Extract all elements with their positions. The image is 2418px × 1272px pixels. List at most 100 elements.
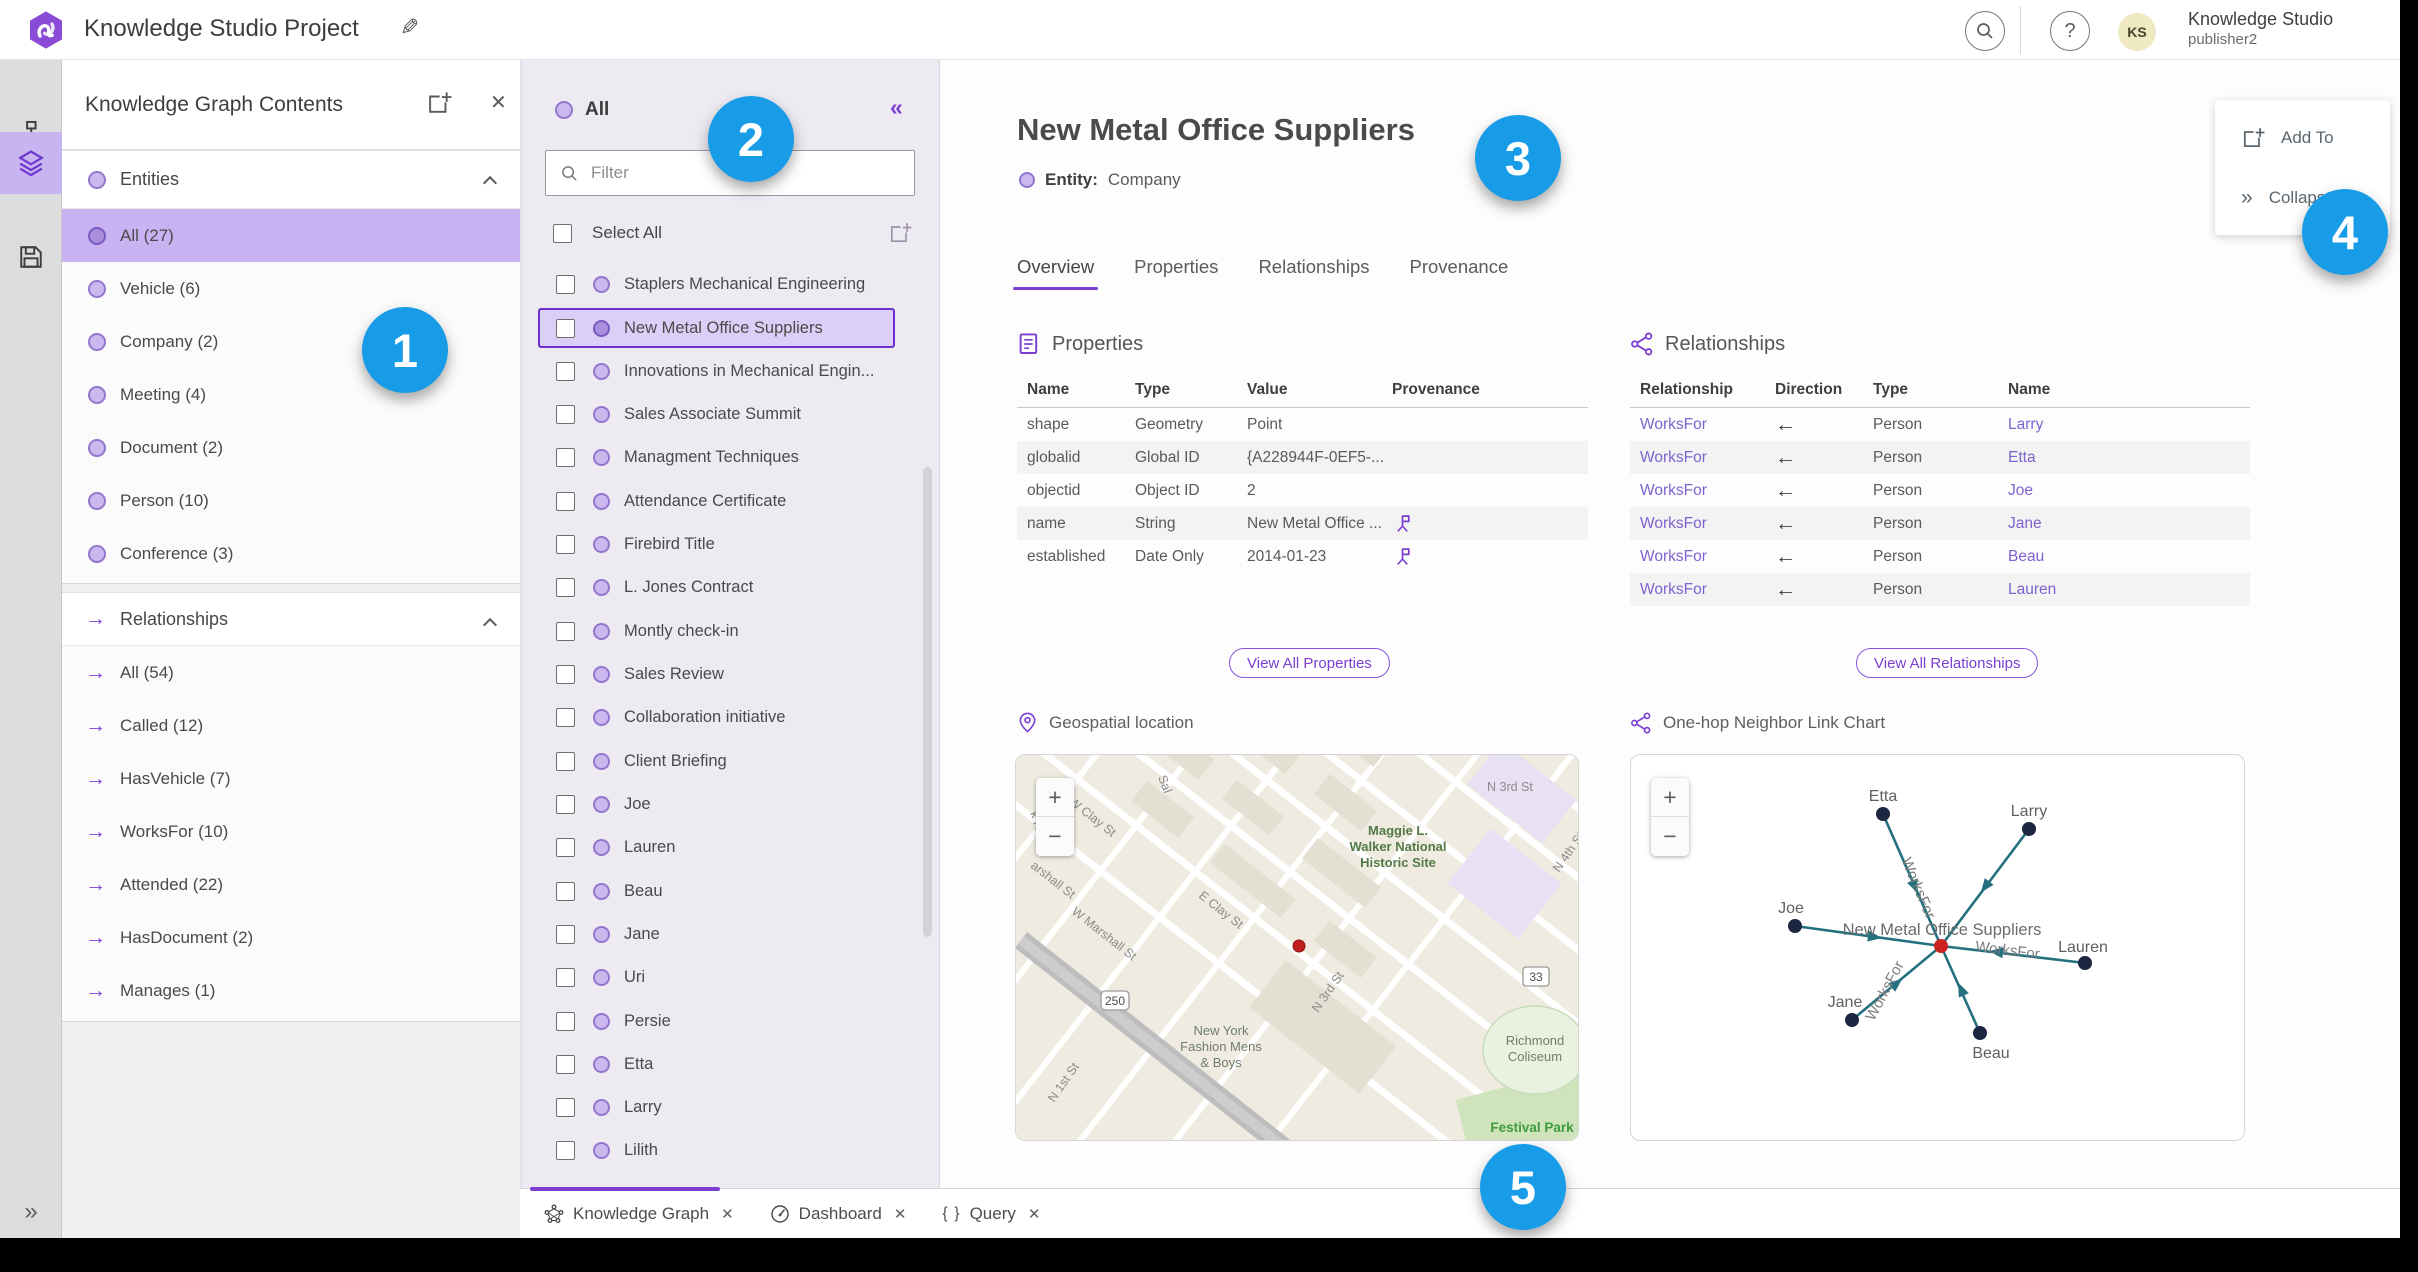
- add-to-new-icon[interactable]: [426, 90, 452, 116]
- item-checkbox[interactable]: [556, 795, 575, 814]
- item-checkbox[interactable]: [556, 1055, 575, 1074]
- collapse-panel-icon[interactable]: «: [890, 94, 903, 121]
- list-item[interactable]: Sales Associate Summit: [520, 393, 940, 436]
- rel-filter-worksfor[interactable]: → WorksFor (10): [62, 805, 520, 858]
- entity-link[interactable]: Joe: [2008, 482, 2250, 500]
- list-item[interactable]: Persie: [520, 1000, 940, 1043]
- tab-query[interactable]: { } Query ✕: [942, 1204, 1040, 1224]
- graph-node-lauren[interactable]: [2078, 956, 2092, 970]
- item-checkbox[interactable]: [556, 708, 575, 727]
- tab-properties[interactable]: Properties: [1134, 256, 1218, 290]
- entity-filter-meeting[interactable]: Meeting (4): [62, 368, 520, 421]
- list-item[interactable]: Montly check-in: [520, 610, 940, 653]
- expand-rail-button[interactable]: »: [0, 1198, 62, 1226]
- graph-node-joe[interactable]: [1788, 919, 1802, 933]
- help-button[interactable]: ?: [2050, 11, 2090, 51]
- save-tool-button[interactable]: [0, 226, 62, 288]
- item-checkbox[interactable]: [556, 448, 575, 467]
- close-panel-icon[interactable]: ✕: [490, 90, 507, 115]
- zoom-out-button[interactable]: −: [1651, 817, 1689, 856]
- item-checkbox[interactable]: [556, 882, 575, 901]
- item-checkbox[interactable]: [556, 622, 575, 641]
- add-to-button[interactable]: Add To: [2215, 118, 2390, 158]
- tab-knowledge-graph[interactable]: Knowledge Graph ✕: [544, 1204, 734, 1224]
- entity-filter-all[interactable]: All (27): [62, 209, 520, 262]
- map-widget[interactable]: 250 33 k Rd W Clay St Sal N 3rd St N 4th…: [1015, 754, 1579, 1141]
- item-checkbox[interactable]: [556, 1098, 575, 1117]
- item-checkbox[interactable]: [556, 362, 575, 381]
- entity-link[interactable]: Larry: [2008, 416, 2250, 434]
- rel-filter-all[interactable]: → All (54): [62, 646, 520, 699]
- select-all-checkbox[interactable]: [553, 223, 572, 243]
- graph-node-etta[interactable]: [1876, 807, 1890, 821]
- chevron-up-icon[interactable]: [482, 617, 498, 633]
- item-checkbox[interactable]: [556, 968, 575, 987]
- relationship-link[interactable]: WorksFor: [1640, 482, 1775, 500]
- view-all-relationships-button[interactable]: View All Relationships: [1856, 648, 2039, 678]
- provenance-flag-icon[interactable]: [1392, 513, 1588, 534]
- graph-node-center[interactable]: [1934, 939, 1948, 953]
- entity-link[interactable]: Etta: [2008, 449, 2250, 467]
- list-item[interactable]: Lilith: [520, 1129, 940, 1172]
- list-item[interactable]: L. Jones Contract: [520, 566, 940, 609]
- tab-dashboard[interactable]: Dashboard ✕: [770, 1204, 907, 1224]
- item-checkbox[interactable]: [556, 405, 575, 424]
- list-item[interactable]: Client Briefing: [520, 740, 940, 783]
- entity-filter-person[interactable]: Person (10): [62, 474, 520, 527]
- list-item[interactable]: Etta: [520, 1043, 940, 1086]
- close-tab-icon[interactable]: ✕: [894, 1205, 907, 1223]
- item-checkbox[interactable]: [556, 838, 575, 857]
- entity-link[interactable]: Lauren: [2008, 581, 2250, 599]
- list-item[interactable]: Lauren: [520, 826, 940, 869]
- zoom-in-button[interactable]: +: [1036, 778, 1074, 817]
- list-item[interactable]: Attendance Certificate: [520, 480, 940, 523]
- list-item[interactable]: Larry: [520, 1086, 940, 1129]
- item-checkbox[interactable]: [556, 318, 575, 338]
- chevron-up-icon[interactable]: [482, 175, 498, 191]
- relationship-link[interactable]: WorksFor: [1640, 416, 1775, 434]
- edit-title-icon[interactable]: ✎: [400, 14, 419, 41]
- list-scrollbar[interactable]: [923, 467, 932, 937]
- link-chart-widget[interactable]: WorksFor WorksFor WorksFor Etta Larry Jo…: [1630, 754, 2245, 1141]
- list-item[interactable]: Managment Techniques: [520, 436, 940, 479]
- rel-filter-hasvehicle[interactable]: → HasVehicle (7): [62, 752, 520, 805]
- tab-overview[interactable]: Overview: [1012, 256, 1099, 290]
- list-item[interactable]: Jane: [520, 913, 940, 956]
- zoom-out-button[interactable]: −: [1036, 817, 1074, 856]
- list-item-selected[interactable]: New Metal Office Suppliers: [538, 308, 895, 348]
- provenance-flag-icon[interactable]: [1392, 546, 1588, 567]
- user-avatar[interactable]: KS: [2118, 13, 2156, 51]
- select-all-row[interactable]: Select All: [520, 213, 940, 253]
- entity-filter-conference[interactable]: Conference (3): [62, 527, 520, 580]
- zoom-in-button[interactable]: +: [1651, 778, 1689, 817]
- close-tab-icon[interactable]: ✕: [721, 1205, 734, 1223]
- tab-provenance[interactable]: Provenance: [1410, 256, 1509, 290]
- list-item[interactable]: Sales Review: [520, 653, 940, 696]
- graph-node-jane[interactable]: [1845, 1013, 1859, 1027]
- relationship-link[interactable]: WorksFor: [1640, 449, 1775, 467]
- relationship-link[interactable]: WorksFor: [1640, 515, 1775, 533]
- item-checkbox[interactable]: [556, 275, 575, 294]
- rel-filter-called[interactable]: → Called (12): [62, 699, 520, 752]
- graph-node-beau[interactable]: [1973, 1026, 1987, 1040]
- list-item[interactable]: Firebird Title: [520, 523, 940, 566]
- list-item[interactable]: Beau: [520, 870, 940, 913]
- list-item[interactable]: Collaboration initiative: [520, 696, 940, 739]
- list-item[interactable]: Joe: [520, 783, 940, 826]
- item-checkbox[interactable]: [556, 535, 575, 554]
- relationships-section-header[interactable]: → Relationships: [62, 593, 520, 646]
- list-item[interactable]: Staplers Mechanical Engineering: [520, 263, 940, 306]
- entity-link[interactable]: Jane: [2008, 515, 2250, 533]
- item-checkbox[interactable]: [556, 925, 575, 944]
- entity-filter-vehicle[interactable]: Vehicle (6): [62, 262, 520, 315]
- relationship-link[interactable]: WorksFor: [1640, 548, 1775, 566]
- search-button[interactable]: [1965, 11, 2005, 51]
- entity-filter-company[interactable]: Company (2): [62, 315, 520, 368]
- rel-filter-manages[interactable]: → Manages (1): [62, 964, 520, 1017]
- entities-section-header[interactable]: Entities: [62, 151, 520, 209]
- tab-relationships[interactable]: Relationships: [1258, 256, 1369, 290]
- item-checkbox[interactable]: [556, 578, 575, 597]
- close-tab-icon[interactable]: ✕: [1028, 1205, 1041, 1223]
- item-checkbox[interactable]: [556, 1141, 575, 1160]
- entity-filter-document[interactable]: Document (2): [62, 421, 520, 474]
